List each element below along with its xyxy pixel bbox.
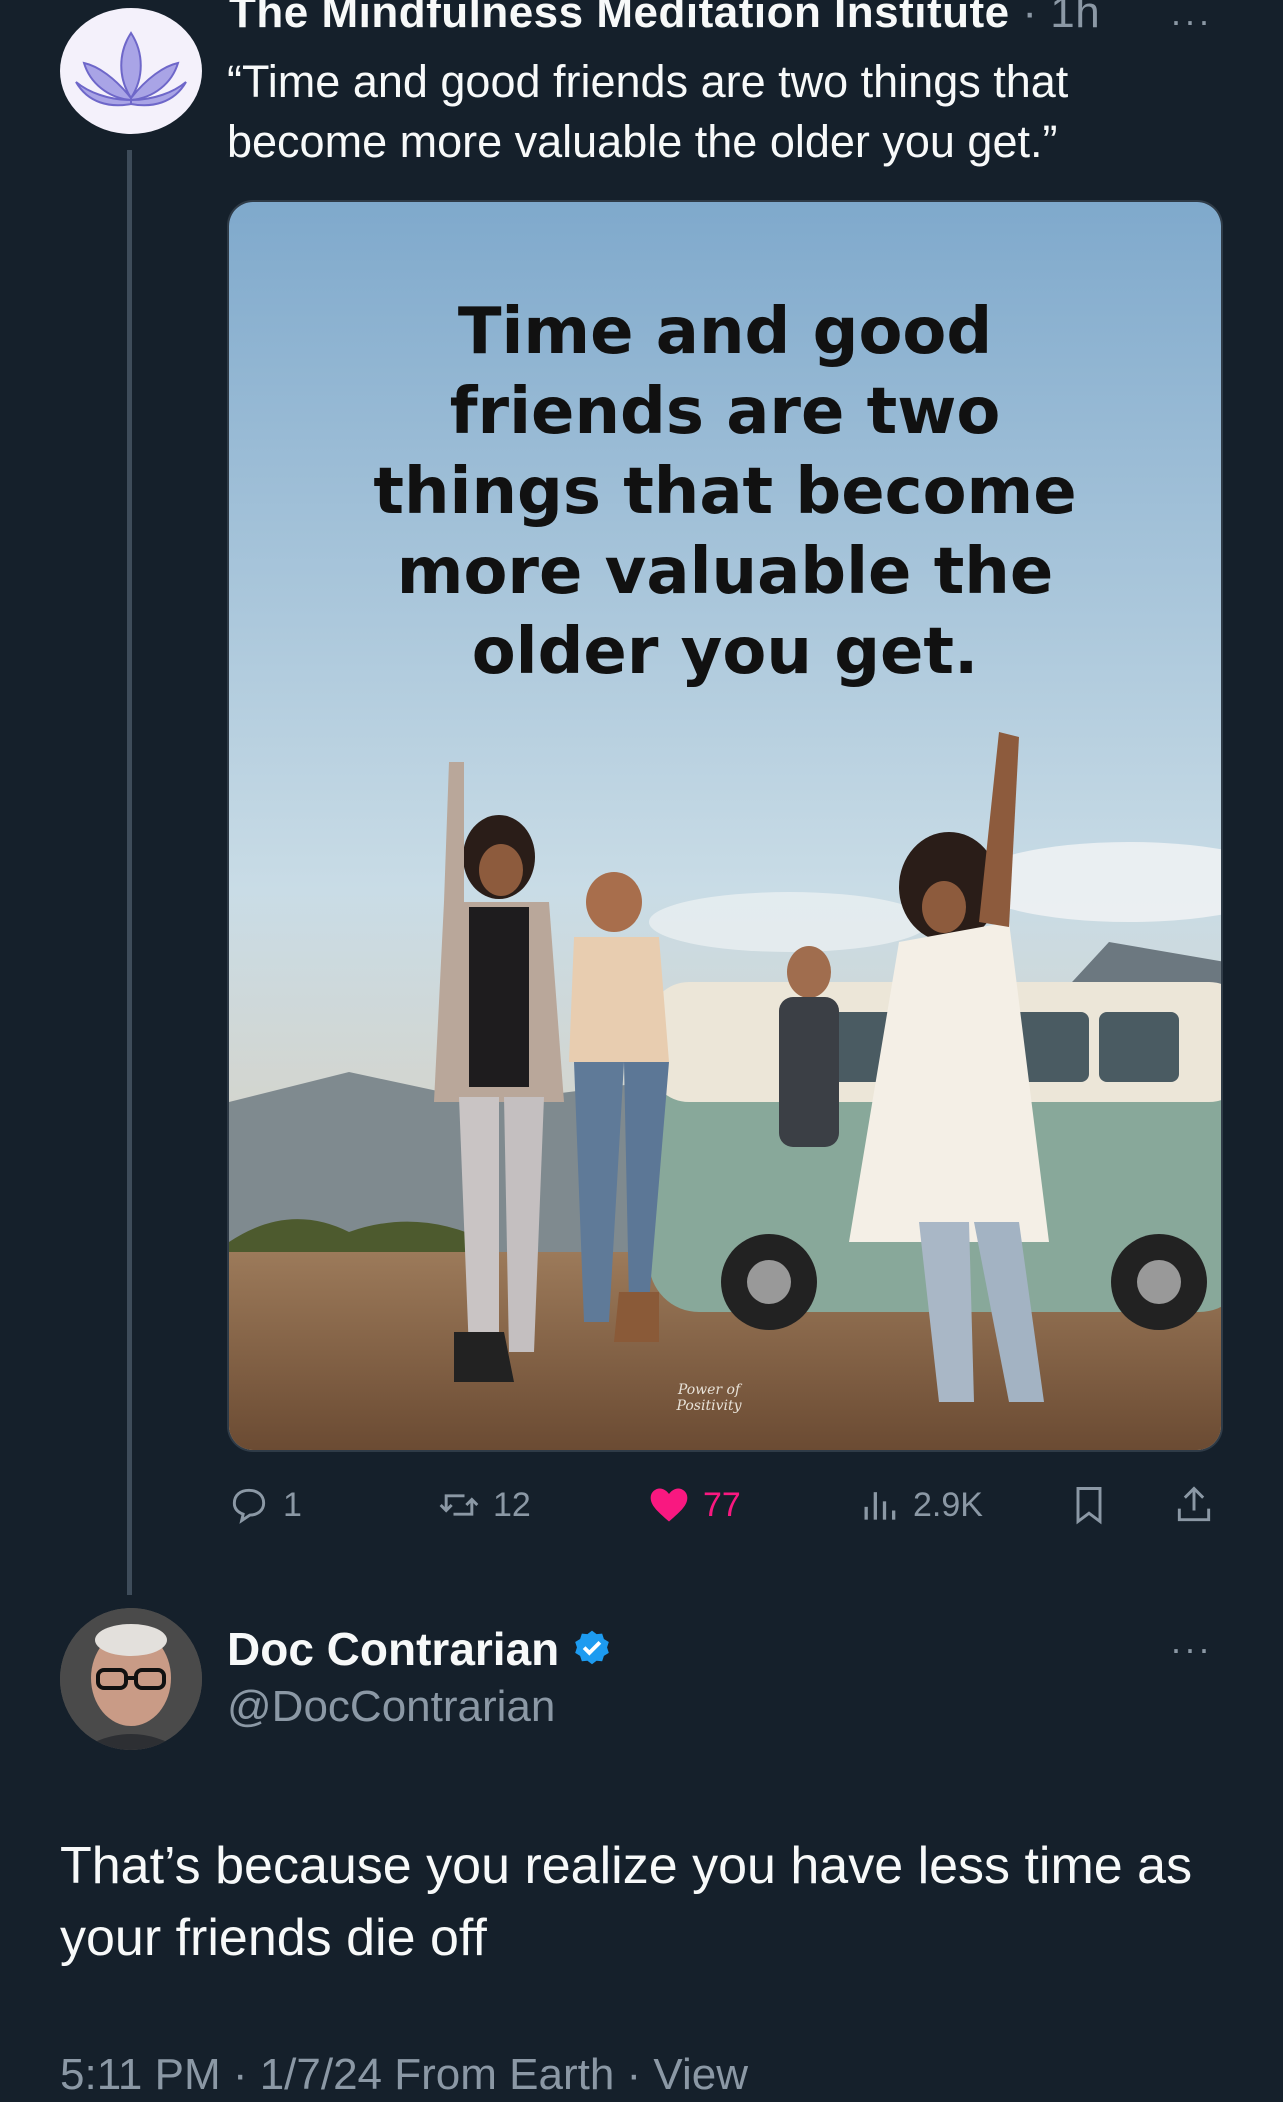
author-line[interactable]: The Mindfulness Meditation Institute · 1… <box>229 0 1100 37</box>
views-button[interactable]: 2.9K <box>857 1480 983 1530</box>
reply-text: That’s because you realize you have less… <box>60 1837 1193 1967</box>
retweet-count: 12 <box>493 1485 531 1524</box>
bookmark-icon <box>1076 1487 1102 1525</box>
bookmark-button[interactable] <box>1067 1480 1111 1530</box>
author-name[interactable]: The Mindfulness Meditation Institute <box>229 0 1010 37</box>
more-options-icon[interactable]: ··· <box>1170 1628 1212 1670</box>
tweet-image[interactable]: Time and good friends are two things tha… <box>227 200 1223 1452</box>
analytics-icon <box>864 1492 896 1520</box>
image-watermark: Power of Positivity <box>676 1382 742 1414</box>
avatar[interactable] <box>60 1608 202 1750</box>
tweet-footer[interactable]: 5:11 PM · 1/7/24 From Earth · View <box>60 2050 748 2100</box>
reply-author[interactable]: Doc Contrarian <box>227 1622 613 1676</box>
avatar[interactable] <box>60 8 202 134</box>
lotus-icon <box>75 31 187 107</box>
reply-icon <box>232 1488 266 1524</box>
tweet-text: “Time and good friends are two things th… <box>227 56 1069 167</box>
heart-icon <box>650 1488 688 1522</box>
share-icon <box>1177 1486 1211 1522</box>
reply-handle[interactable]: @DocContrarian <box>227 1682 555 1732</box>
retweet-button[interactable]: 12 <box>437 1480 531 1530</box>
reply-avatar-image <box>60 1608 202 1750</box>
more-options-icon[interactable]: ··· <box>1170 0 1212 42</box>
author-name[interactable]: Doc Contrarian <box>227 1622 559 1676</box>
tweet-actions: 1 12 77 2.9K <box>227 1480 1227 1530</box>
retweet-icon <box>439 1494 479 1516</box>
share-button[interactable] <box>1172 1480 1216 1530</box>
reply-button[interactable]: 1 <box>227 1480 302 1530</box>
like-button[interactable]: 77 <box>647 1480 741 1530</box>
reply-count: 1 <box>283 1485 302 1524</box>
thread-line <box>127 150 132 1595</box>
verified-badge-icon <box>575 1630 610 1665</box>
timestamp[interactable]: · 1h <box>1010 0 1101 37</box>
image-quote-text: Time and good friends are two things tha… <box>373 295 1077 689</box>
like-count: 77 <box>703 1485 741 1524</box>
view-count: 2.9K <box>913 1485 983 1524</box>
